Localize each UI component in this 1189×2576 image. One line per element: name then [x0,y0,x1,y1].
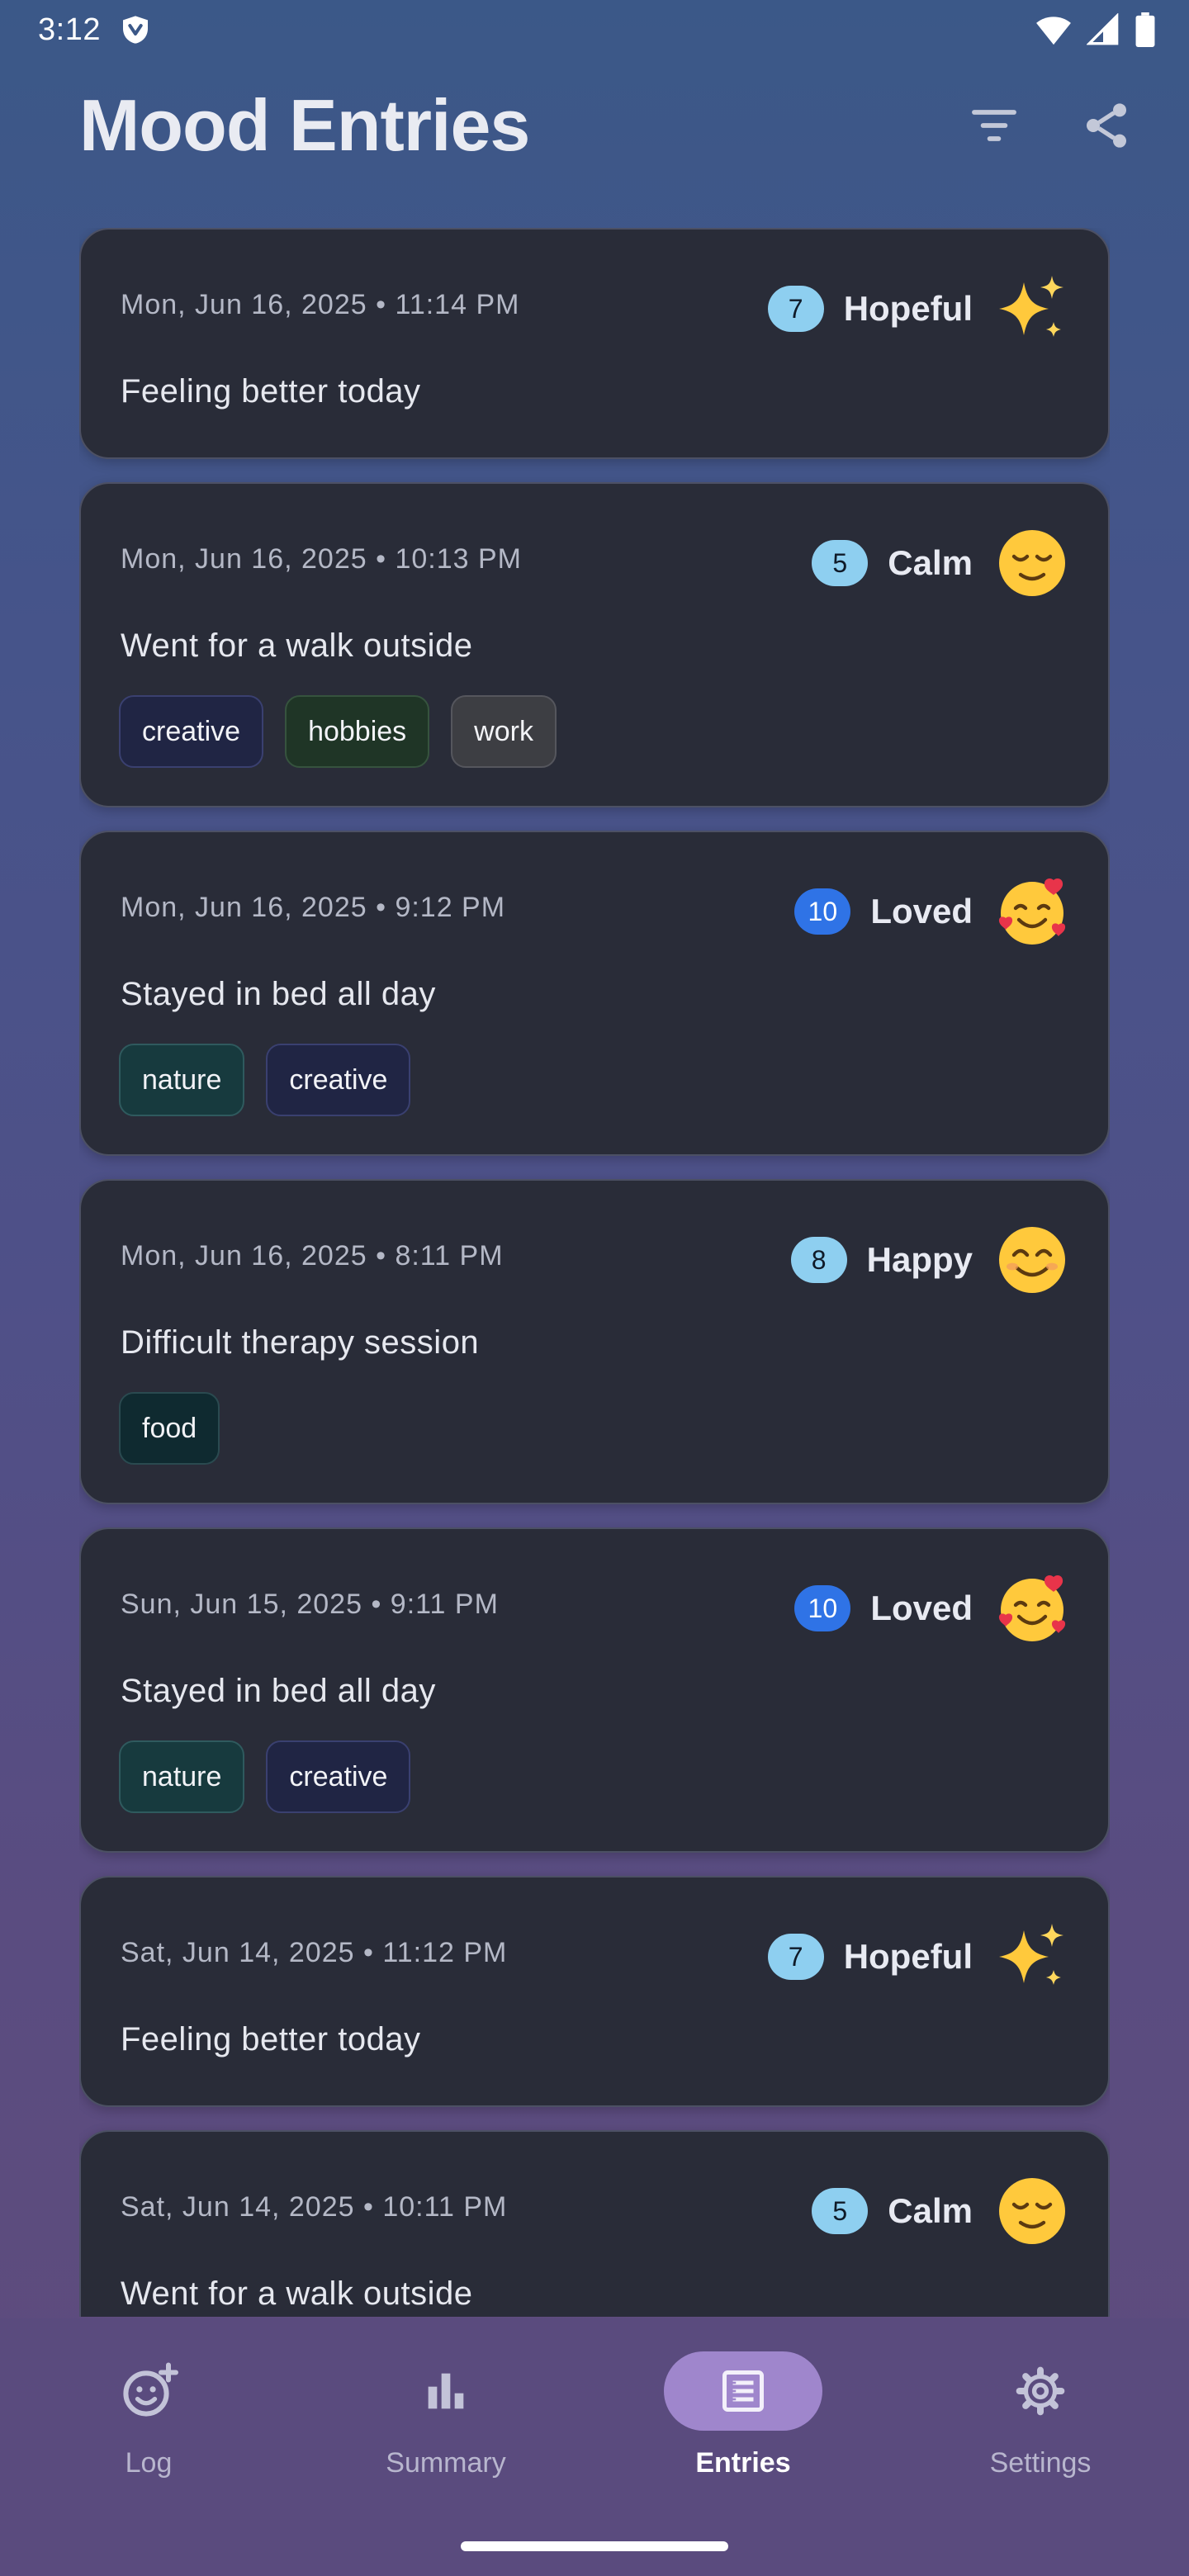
mood-score-badge: 7 [767,1934,824,1980]
mood-label: Calm [888,543,973,582]
tag-list: food [119,1392,220,1465]
gear-icon [1016,2366,1065,2416]
filter-icon [972,110,1016,141]
entry-date: Sat, Jun 14, 2025 • 11:12 PM [121,1937,508,1968]
mood-label: Loved [870,1589,973,1627]
mood-label: Calm [888,2191,973,2230]
share-icon [1087,103,1126,148]
filter-button[interactable] [961,92,1027,159]
entry-date: Mon, Jun 16, 2025 • 11:14 PM [121,289,520,320]
nav-label: Log [125,2447,173,2479]
entry-card[interactable]: Mon, Jun 16, 2025 • 9:12 PM 10 Loved Sta… [79,831,1110,1156]
tag-chip[interactable]: creative [266,1740,411,1813]
entry-mood: 7 Hopeful [767,272,1068,345]
entry-note: Went for a walk outside [121,627,473,664]
add-mood-icon [123,2362,178,2417]
status-time: 3:12 [38,12,101,47]
tag-chip[interactable]: creative [119,695,264,768]
nav-item-log[interactable]: Log [0,2351,297,2517]
share-button[interactable] [1073,92,1139,159]
entry-note: Stayed in bed all day [121,1673,436,1709]
entry-card[interactable]: Sat, Jun 14, 2025 • 10:11 PM 5 Calm Went… [79,2130,1110,2317]
bottom-navigation: Log Summary Entries Settings [0,2318,1189,2576]
tag-list: creative hobbies work [119,695,557,768]
entry-mood: 10 Loved [794,1572,1068,1645]
tag-chip[interactable]: hobbies [285,695,430,768]
nav-active-indicator [664,2351,822,2431]
nav-item-entries[interactable]: Entries [594,2351,892,2517]
relieved-face-icon [999,530,1065,596]
status-bar: 3:12 [0,0,1189,59]
entry-mood: 10 Loved [794,875,1068,948]
mood-label: Hopeful [843,289,973,328]
tag-chip[interactable]: creative [266,1044,411,1116]
relieved-face-icon [999,2178,1065,2244]
wifi-icon [1036,17,1071,45]
mood-label: Hopeful [843,1937,973,1976]
sparkles-icon [999,276,1063,337]
bar-chart-icon [428,2373,464,2409]
entry-card[interactable]: Mon, Jun 16, 2025 • 8:11 PM 8 Happy Diff… [79,1179,1110,1504]
gesture-handle[interactable] [461,2541,728,2551]
smiling-face-icon [999,1227,1065,1293]
entry-date: Mon, Jun 16, 2025 • 9:12 PM [121,892,506,923]
cellular-signal-icon [1087,13,1119,45]
tag-chip[interactable]: nature [119,1044,245,1116]
entry-card[interactable]: Mon, Jun 16, 2025 • 10:13 PM 5 Calm Went… [79,482,1110,807]
entry-date: Sun, Jun 15, 2025 • 9:11 PM [121,1589,499,1620]
entry-mood: 5 Calm [812,527,1068,599]
entries-list[interactable]: Mon, Jun 16, 2025 • 11:14 PM 7 Hopeful F… [79,228,1110,2317]
entry-date: Sat, Jun 14, 2025 • 10:11 PM [121,2191,508,2223]
mood-label: Loved [870,892,973,930]
nav-icon-container [367,2351,525,2431]
tag-chip[interactable]: work [451,695,557,768]
tag-chip[interactable]: food [119,1392,220,1465]
mood-score-badge: 5 [812,540,869,586]
nav-label: Summary [386,2447,506,2479]
vpn-shield-icon [122,16,148,44]
battery-icon [1135,12,1155,47]
nav-icon-container [961,2351,1120,2431]
smiling-face-with-hearts-icon [998,1575,1066,1641]
mood-score-badge: 8 [790,1237,847,1283]
entry-note: Stayed in bed all day [121,976,436,1012]
entry-date: Mon, Jun 16, 2025 • 8:11 PM [121,1240,504,1271]
entry-mood: 8 Happy [790,1224,1068,1296]
entry-mood: 7 Hopeful [767,1920,1068,1993]
tag-list: nature creative [119,1740,411,1813]
nav-label: Settings [989,2447,1092,2479]
list-icon [722,2370,764,2412]
nav-item-summary[interactable]: Summary [297,2351,594,2517]
entry-mood: 5 Calm [812,2175,1068,2247]
nav-item-settings[interactable]: Settings [892,2351,1189,2517]
entry-note: Feeling better today [121,2021,421,2057]
app-header: Mood Entries [0,59,1189,192]
entry-card[interactable]: Sun, Jun 15, 2025 • 9:11 PM 10 Loved Sta… [79,1527,1110,1853]
mood-label: Happy [866,1240,973,1279]
entry-note: Difficult therapy session [121,1324,480,1361]
entry-card[interactable]: Mon, Jun 16, 2025 • 11:14 PM 7 Hopeful F… [79,228,1110,459]
nav-icon-container [69,2351,228,2431]
sparkles-icon [999,1924,1063,1985]
tag-list: nature creative [119,1044,411,1116]
entry-note: Went for a walk outside [121,2275,473,2312]
mood-score-badge: 10 [794,888,851,935]
mood-score-badge: 5 [812,2188,869,2234]
smiling-face-with-hearts-icon [998,878,1066,945]
entry-date: Mon, Jun 16, 2025 • 10:13 PM [121,543,522,575]
entry-card[interactable]: Sat, Jun 14, 2025 • 11:12 PM 7 Hopeful F… [79,1876,1110,2107]
entry-note: Feeling better today [121,373,421,410]
mood-score-badge: 10 [794,1585,851,1631]
nav-label: Entries [695,2447,791,2479]
page-title: Mood Entries [79,84,530,166]
tag-chip[interactable]: nature [119,1740,245,1813]
mood-score-badge: 7 [767,286,824,332]
